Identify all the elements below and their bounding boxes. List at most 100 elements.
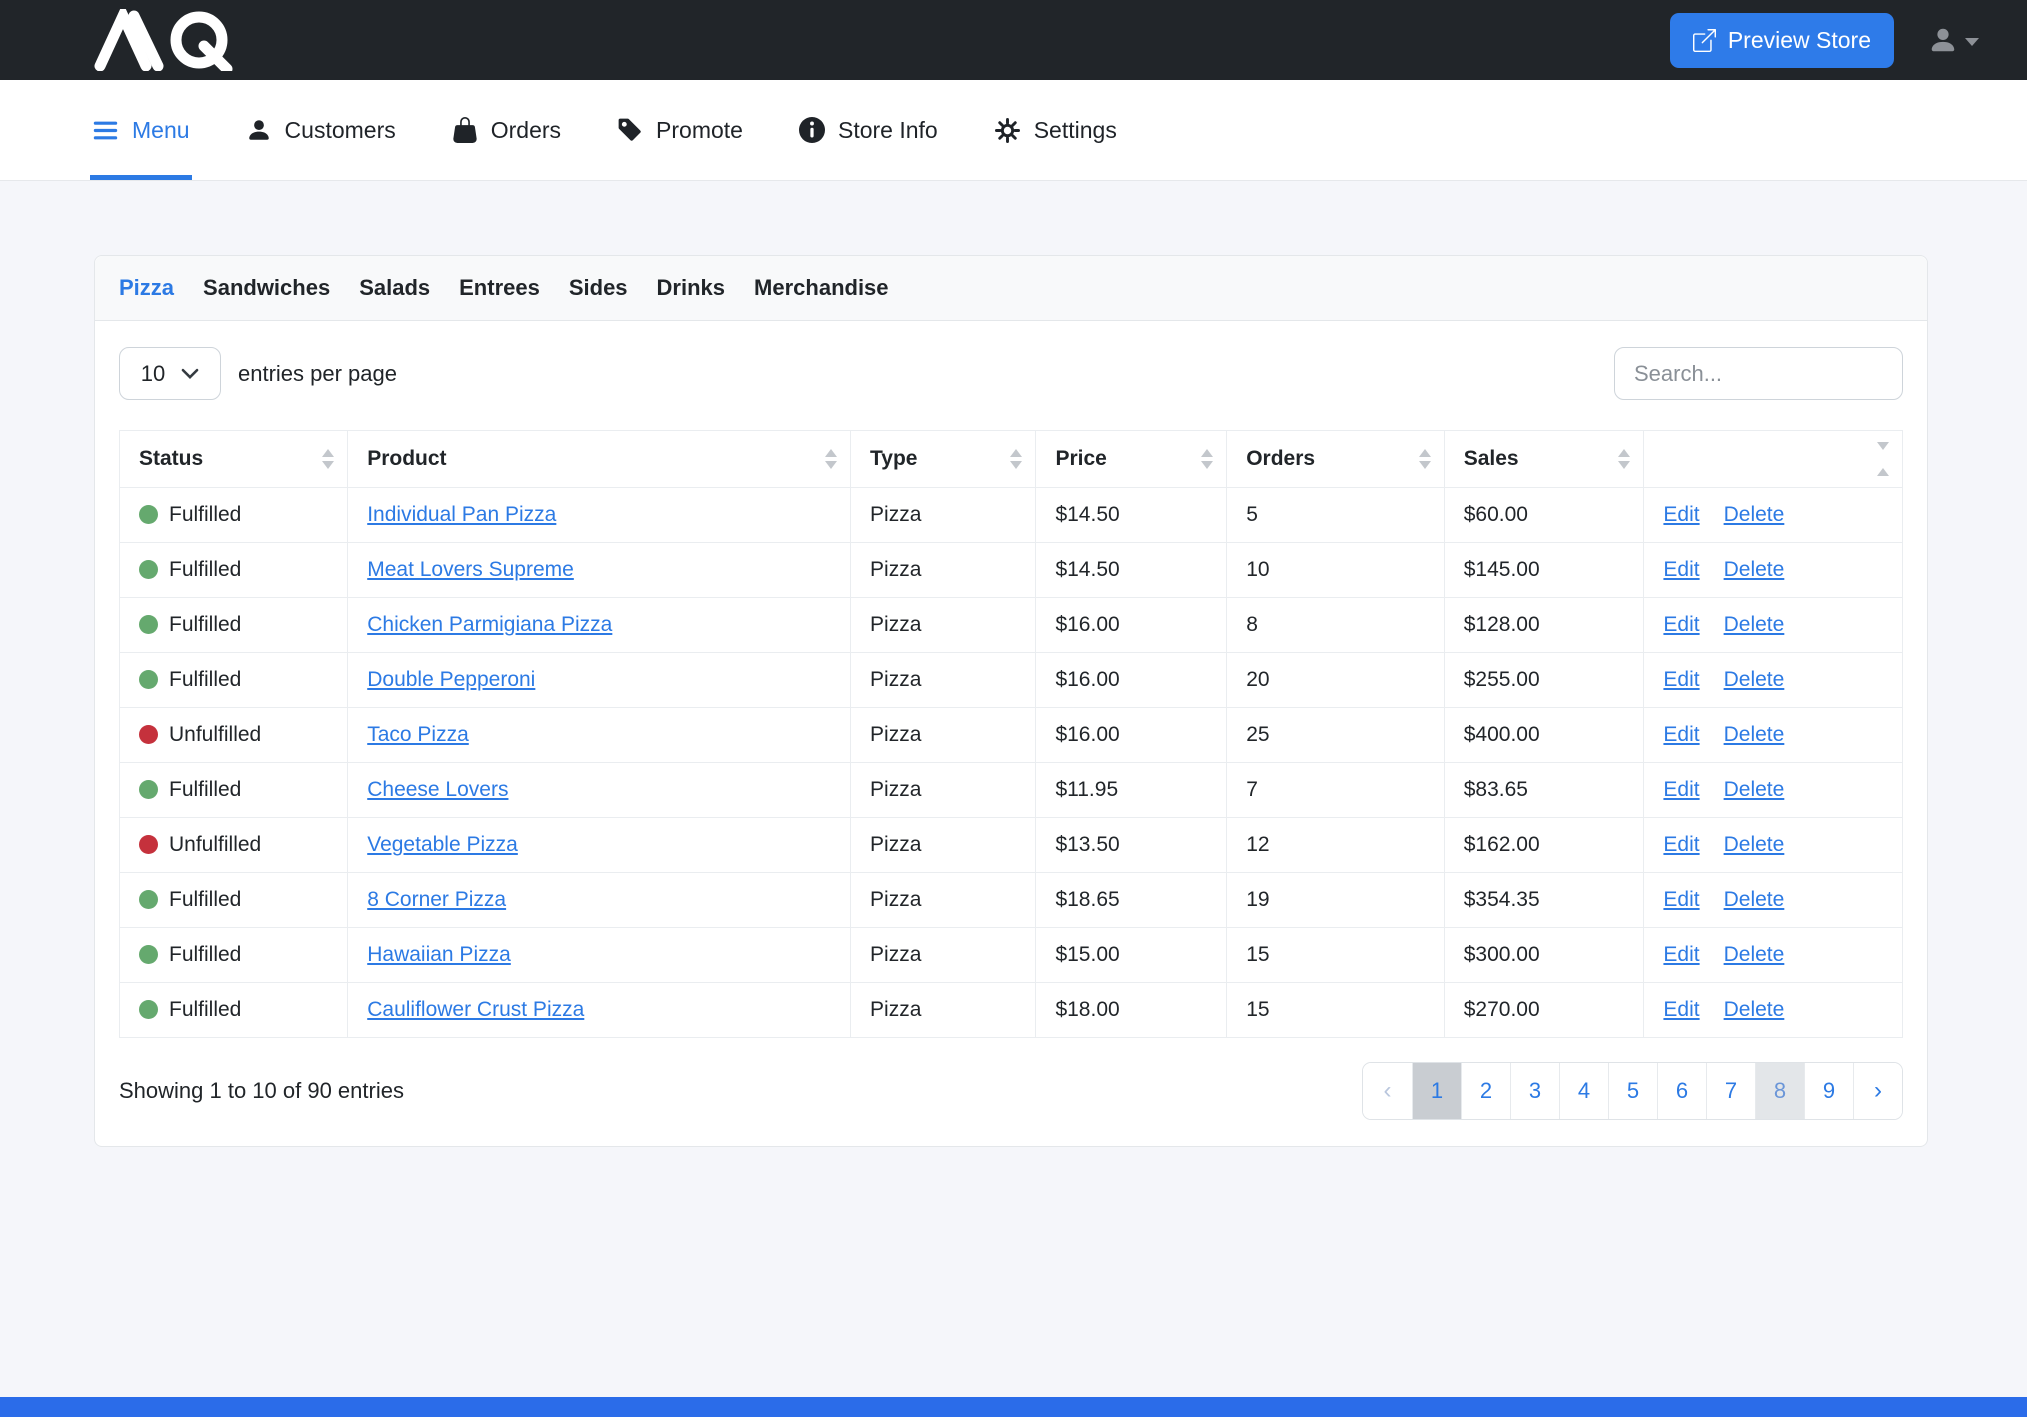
status-dot-icon <box>139 945 158 964</box>
sort-icon[interactable] <box>825 449 837 469</box>
delete-link[interactable]: Delete <box>1724 723 1785 746</box>
bottom-accent-bar <box>0 1397 2027 1417</box>
status-dot-icon <box>139 1000 158 1019</box>
column-header-product[interactable]: Product <box>348 431 851 488</box>
edit-link[interactable]: Edit <box>1663 943 1699 966</box>
product-link[interactable]: Double Pepperoni <box>367 668 535 691</box>
aq-logo-icon <box>92 9 254 71</box>
person-icon <box>246 117 272 143</box>
info-circle-icon <box>799 117 825 143</box>
column-header-type[interactable]: Type <box>851 431 1036 488</box>
status-dot-icon <box>139 560 158 579</box>
edit-link[interactable]: Edit <box>1663 558 1699 581</box>
column-header-sales[interactable]: Sales <box>1444 431 1644 488</box>
brand-logo[interactable] <box>92 9 254 71</box>
tab-sides[interactable]: Sides <box>569 275 628 301</box>
price-cell: $16.00 <box>1036 653 1227 708</box>
column-header-actions[interactable] <box>1644 431 1903 488</box>
delete-link[interactable]: Delete <box>1724 558 1785 581</box>
sales-cell: $400.00 <box>1444 708 1644 763</box>
table-row: Unfulfilled Taco Pizza Pizza $16.00 25 $… <box>120 708 1903 763</box>
user-icon <box>1928 25 1958 55</box>
product-link[interactable]: Hawaiian Pizza <box>367 943 511 966</box>
nav-item-orders[interactable]: Orders <box>452 80 561 180</box>
edit-link[interactable]: Edit <box>1663 723 1699 746</box>
delete-link[interactable]: Delete <box>1724 668 1785 691</box>
delete-link[interactable]: Delete <box>1724 998 1785 1021</box>
product-link[interactable]: Cheese Lovers <box>367 778 508 801</box>
pagination-page-8[interactable]: 8 <box>1755 1063 1804 1119</box>
price-cell: $14.50 <box>1036 488 1227 543</box>
delete-link[interactable]: Delete <box>1724 503 1785 526</box>
pagination-next-button[interactable]: › <box>1853 1063 1902 1119</box>
edit-link[interactable]: Edit <box>1663 998 1699 1021</box>
delete-link[interactable]: Delete <box>1724 833 1785 856</box>
price-cell: $15.00 <box>1036 928 1227 983</box>
delete-link[interactable]: Delete <box>1724 943 1785 966</box>
edit-link[interactable]: Edit <box>1663 668 1699 691</box>
column-header-price[interactable]: Price <box>1036 431 1227 488</box>
nav-item-customers[interactable]: Customers <box>246 80 396 180</box>
pagination-page-3[interactable]: 3 <box>1510 1063 1559 1119</box>
status-cell: Unfulfilled <box>120 708 348 763</box>
status-dot-icon <box>139 615 158 634</box>
nav-label: Customers <box>285 117 396 144</box>
edit-link[interactable]: Edit <box>1663 778 1699 801</box>
product-link[interactable]: Taco Pizza <box>367 723 469 746</box>
column-header-status[interactable]: Status <box>120 431 348 488</box>
sort-icon[interactable] <box>1010 449 1022 469</box>
tab-pizza[interactable]: Pizza <box>119 275 174 301</box>
pagination-page-9[interactable]: 9 <box>1804 1063 1853 1119</box>
orders-cell: 12 <box>1227 818 1445 873</box>
delete-link[interactable]: Delete <box>1724 778 1785 801</box>
pagination-page-7[interactable]: 7 <box>1706 1063 1755 1119</box>
product-link[interactable]: 8 Corner Pizza <box>367 888 506 911</box>
product-link[interactable]: Cauliflower Crust Pizza <box>367 998 584 1021</box>
preview-store-button[interactable]: Preview Store <box>1670 13 1894 68</box>
pagination-page-2[interactable]: 2 <box>1461 1063 1510 1119</box>
product-link[interactable]: Vegetable Pizza <box>367 833 518 856</box>
hamburger-icon <box>92 117 119 144</box>
pagination-page-4[interactable]: 4 <box>1559 1063 1608 1119</box>
type-cell: Pizza <box>851 543 1036 598</box>
tab-merchandise[interactable]: Merchandise <box>754 275 889 301</box>
edit-link[interactable]: Edit <box>1663 833 1699 856</box>
pagination-prev-button[interactable]: ‹ <box>1363 1063 1412 1119</box>
search-input[interactable] <box>1614 347 1903 400</box>
edit-link[interactable]: Edit <box>1663 888 1699 911</box>
nav-item-settings[interactable]: Settings <box>994 80 1117 180</box>
product-link[interactable]: Individual Pan Pizza <box>367 503 556 526</box>
status-cell: Fulfilled <box>120 543 348 598</box>
product-link[interactable]: Chicken Parmigiana Pizza <box>367 613 612 636</box>
caret-down-icon <box>1965 38 1979 46</box>
tab-entrees[interactable]: Entrees <box>459 275 540 301</box>
edit-link[interactable]: Edit <box>1663 503 1699 526</box>
nav-item-menu[interactable]: Menu <box>92 80 190 180</box>
price-cell: $13.50 <box>1036 818 1227 873</box>
tab-salads[interactable]: Salads <box>359 275 430 301</box>
sort-icon[interactable] <box>1877 442 1889 476</box>
pagination-page-6[interactable]: 6 <box>1657 1063 1706 1119</box>
pagination-page-1[interactable]: 1 <box>1412 1063 1461 1119</box>
tab-drinks[interactable]: Drinks <box>657 275 725 301</box>
top-bar: Preview Store <box>0 0 2027 80</box>
user-menu[interactable] <box>1928 25 1979 55</box>
nav-item-store-info[interactable]: Store Info <box>799 80 938 180</box>
sort-icon[interactable] <box>1201 449 1213 469</box>
tab-sandwiches[interactable]: Sandwiches <box>203 275 330 301</box>
delete-link[interactable]: Delete <box>1724 888 1785 911</box>
entries-per-page-select[interactable]: 10 <box>119 347 221 400</box>
sort-icon[interactable] <box>322 449 334 469</box>
delete-link[interactable]: Delete <box>1724 613 1785 636</box>
sort-icon[interactable] <box>1618 449 1630 469</box>
pagination-page-5[interactable]: 5 <box>1608 1063 1657 1119</box>
price-cell: $16.00 <box>1036 708 1227 763</box>
sales-cell: $128.00 <box>1444 598 1644 653</box>
column-header-orders[interactable]: Orders <box>1227 431 1445 488</box>
edit-link[interactable]: Edit <box>1663 613 1699 636</box>
product-link[interactable]: Meat Lovers Supreme <box>367 558 574 581</box>
sort-icon[interactable] <box>1419 449 1431 469</box>
entries-per-page-label: entries per page <box>238 361 397 387</box>
nav-item-promote[interactable]: Promote <box>617 80 743 180</box>
status-cell: Unfulfilled <box>120 818 348 873</box>
